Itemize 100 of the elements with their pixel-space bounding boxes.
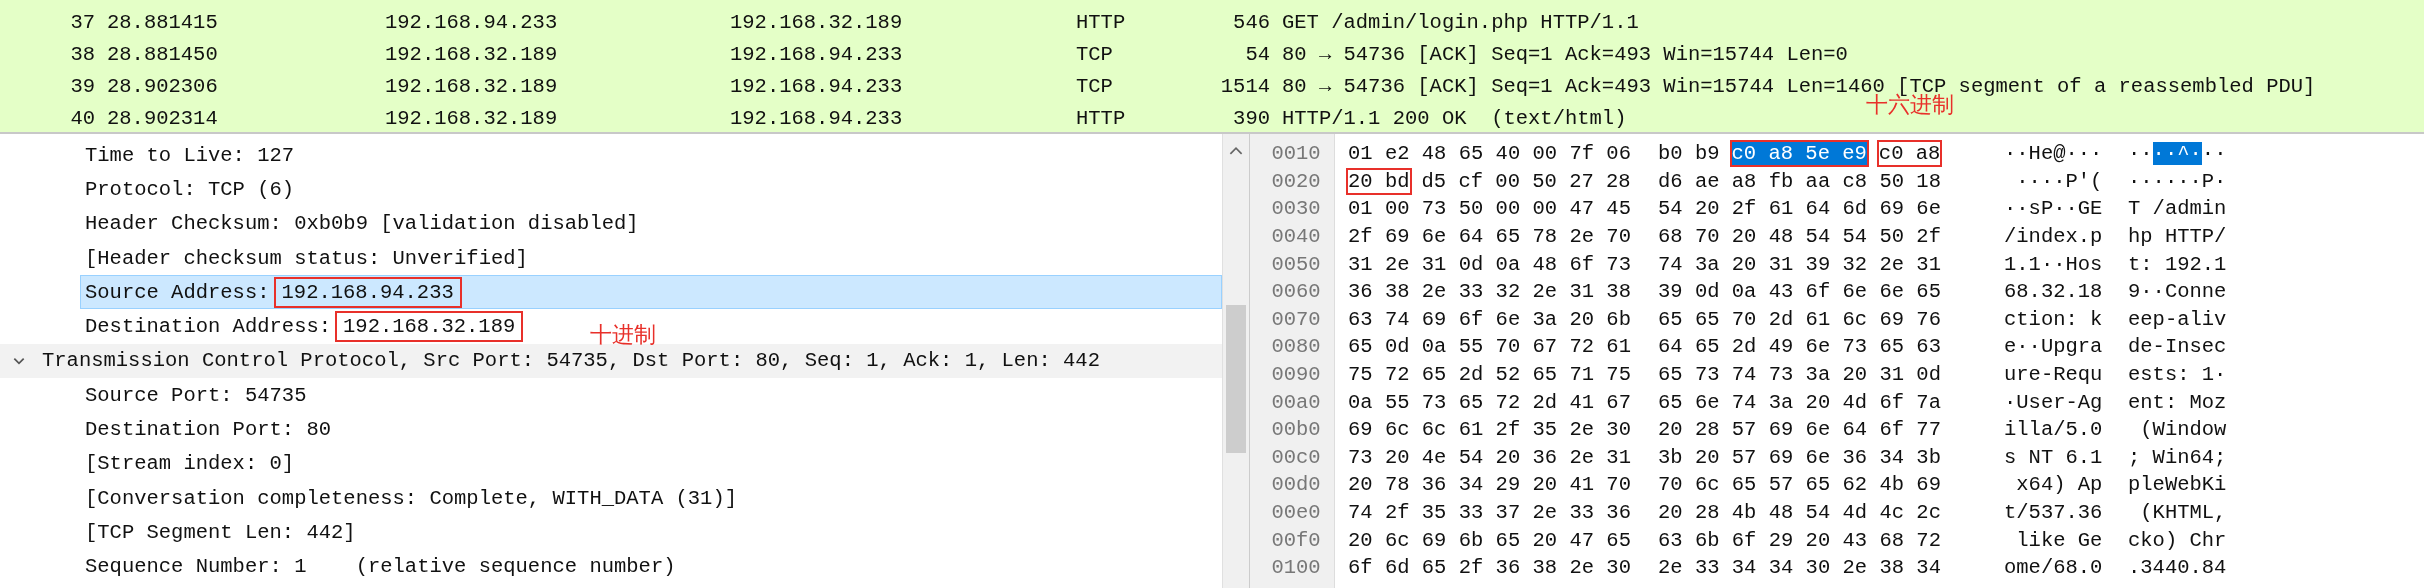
ascii-text[interactable]: de-Insec [2128,335,2227,359]
offset-label: 0010 [1270,142,1322,166]
table-cell-text: 192.168.32.189 [385,106,559,130]
hex-bytes[interactable]: 20 78 36 34 29 20 41 70 [1346,471,1633,499]
tree-item[interactable]: Header Checksum: 0xb0b9 [validation disabled] [83,210,641,238]
ascii-text[interactable]: /index.p [2004,225,2103,249]
scrollbar[interactable] [1222,134,1249,588]
field-value: 192.168.32.189 [335,311,524,343]
table-cell-text: 28.881450 [107,42,219,66]
ascii-text[interactable]: pleWebKi [2128,473,2227,497]
tree-item[interactable]: Protocol: TCP (6) [83,175,297,203]
table-cell-text: 28.902314 [107,106,219,130]
ascii-text[interactable]: hp HTTP/ [2128,225,2227,249]
hex-bytes[interactable]: 65 73 74 73 3a 20 31 0d [1656,361,1943,389]
tree-item[interactable]: [Conversation completeness: Complete, WITH_DATA (31)] [83,484,739,512]
hex-bytes[interactable]: 01 00 73 50 00 00 47 45 [1346,195,1633,223]
ascii-text[interactable]: ··sP··GE [2004,197,2103,221]
hex-bytes[interactable]: 74 3a 20 31 39 32 2e 31 [1656,250,1943,278]
hex-bytes[interactable]: 69 6c 6c 61 2f 35 2e 30 [1346,416,1633,444]
ascii-text[interactable]: 68.32.18 [2004,280,2103,304]
hex-bytes[interactable]: 01 e2 48 65 40 00 7f 06 [1346,140,1633,168]
ascii-text[interactable]: ······P· [2128,169,2227,193]
ascii-text[interactable]: s NT 6.1 [2004,445,2103,469]
ascii-text[interactable]: ··He@··· [2004,142,2103,166]
ascii-text[interactable]: ure-Requ [2004,363,2103,387]
ascii-text[interactable]: ome/68.0 [2004,556,2103,580]
table-cell-text: HTTP [1076,10,1127,34]
hex-bytes[interactable]: 6f 6d 65 2f 36 38 2e 30 [1346,554,1633,582]
tree-item[interactable]: Source Port: 54735 [83,381,309,409]
ascii-text[interactable]: 9··Conne [2128,280,2227,304]
table-cell-text: 390 [1232,106,1270,130]
hex-bytes[interactable]: 54 20 2f 61 64 6d 69 6e [1656,195,1943,223]
ascii-text[interactable]: .3440.84 [2128,556,2227,580]
ascii-text[interactable]: t: 192.1 [2128,252,2227,276]
hex-bytes[interactable]: 65 6e 74 3a 20 4d 6f 7a [1656,388,1943,416]
hex-bytes[interactable]: 2e 33 34 34 30 2e 38 34 [1656,554,1943,582]
hex-bytes[interactable]: 36 38 2e 33 32 2e 31 38 [1346,278,1633,306]
hex-bytes[interactable]: d5 cf 00 50 27 28 [1419,167,1633,195]
hex-bytes[interactable]: b0 b9 [1656,140,1722,168]
ascii-text[interactable]: eep-aliv [2128,307,2227,331]
table-cell-text: 192.168.94.233 [730,42,904,66]
hex-bytes[interactable]: 31 2e 31 0d 0a 48 6f 73 [1346,250,1633,278]
ascii-text[interactable]: (Window [2128,418,2227,442]
offset-label: 0020 [1270,169,1322,193]
hex-bytes[interactable]: 3b 20 57 69 6e 36 34 3b [1656,443,1943,471]
ascii-text[interactable]: ·· [2128,142,2153,166]
hex-bytes[interactable]: 39 0d 0a 43 6f 6e 6e 65 [1656,278,1943,306]
offset-label: 00b0 [1270,418,1322,442]
table-cell-text: 192.168.94.233 [385,10,559,34]
ascii-text[interactable]: cko) Chr [2128,528,2227,552]
hex-bytes[interactable]: 63 6b 6f 29 20 43 68 72 [1656,526,1943,554]
tree-item[interactable]: Time to Live: 127 [83,141,297,169]
hex-bytes[interactable]: 64 65 2d 49 6e 73 65 63 [1656,333,1943,361]
hex-bytes[interactable]: 74 2f 35 33 37 2e 33 36 [1346,499,1633,526]
tree-item[interactable]: [TCP Segment Len: 442] [83,518,358,546]
ascii-text[interactable]: e··Upgra [2004,335,2103,359]
hex-bytes[interactable]: 20 28 4b 48 54 4d 4c 2c [1656,499,1943,526]
offset-label: 00c0 [1270,445,1322,469]
tree-item[interactable]: Destination Port: 80 [83,416,334,443]
ascii-text[interactable]: ·· [2201,142,2227,166]
tree-item[interactable]: Sequence Number: 1 (relative sequence number) [83,553,678,581]
offset-label: 0040 [1270,225,1322,249]
ascii-text[interactable]: t/537.36 [2004,501,2103,524]
ascii-text[interactable]: ··^· [2152,142,2202,166]
ascii-text[interactable]: illa/5.0 [2004,418,2103,442]
offset-label: 00d0 [1270,473,1322,497]
hex-bytes[interactable]: 20 6c 69 6b 65 20 47 65 [1346,526,1633,554]
offset-label: 00f0 [1270,528,1322,552]
ascii-text[interactable]: like Ge [2004,528,2103,552]
table-cell-text: 192.168.32.189 [730,10,904,34]
scroll-up-icon[interactable] [1229,146,1243,155]
hex-bytes[interactable]: 2f 69 6e 64 65 78 2e 70 [1346,223,1633,251]
ascii-text[interactable]: (KHTML, [2128,501,2227,524]
hex-bytes[interactable]: 73 20 4e 54 20 36 2e 31 [1346,443,1633,471]
tree-item[interactable]: Destination Address: 192.168.32.189 [0,309,525,344]
hex-bytes[interactable]: d6 ae a8 fb aa c8 50 18 [1656,167,1943,195]
ascii-text[interactable]: 1.1··Hos [2004,252,2103,276]
ascii-text[interactable]: ; Win64; [2128,445,2227,469]
tree-item[interactable]: [Header checksum status: Unverified] [83,244,530,272]
hex-bytes[interactable]: 70 6c 65 57 65 62 4b 69 [1656,471,1943,499]
ascii-text[interactable]: T /admin [2128,197,2227,221]
table-cell-text: 1514 [1219,74,1270,98]
hex-bytes[interactable]: 68 70 20 48 54 54 50 2f [1656,223,1943,251]
ascii-text[interactable]: ent: Moz [2128,390,2227,414]
ascii-text[interactable]: ests: 1· [2128,363,2227,387]
ascii-text[interactable]: ····P'( [2004,169,2103,193]
hex-bytes[interactable]: 20 28 57 69 6e 64 6f 77 [1656,416,1943,444]
ascii-text[interactable]: ction: k [2004,307,2103,331]
hex-bytes[interactable]: 75 72 65 2d 52 65 71 75 [1346,361,1633,389]
hex-bytes[interactable]: 65 65 70 2d 61 6c 69 76 [1656,305,1943,333]
hex-bytes[interactable]: 63 74 69 6f 6e 3a 20 6b [1346,305,1633,333]
scroll-thumb[interactable] [1226,305,1246,453]
table-cell-text: 192.168.32.189 [385,74,559,98]
hex-bytes[interactable]: 0a 55 73 65 72 2d 41 67 [1346,388,1633,416]
ascii-text[interactable]: x64) Ap [2004,473,2103,497]
tree-item[interactable]: [Stream index: 0] [83,450,297,478]
tree-item[interactable]: Source Address: 192.168.94.233 [80,275,1222,310]
offset-label: 0060 [1270,280,1322,304]
hex-bytes[interactable]: 65 0d 0a 55 70 67 72 61 [1346,333,1633,361]
ascii-text[interactable]: ·User-Ag [2004,390,2103,414]
